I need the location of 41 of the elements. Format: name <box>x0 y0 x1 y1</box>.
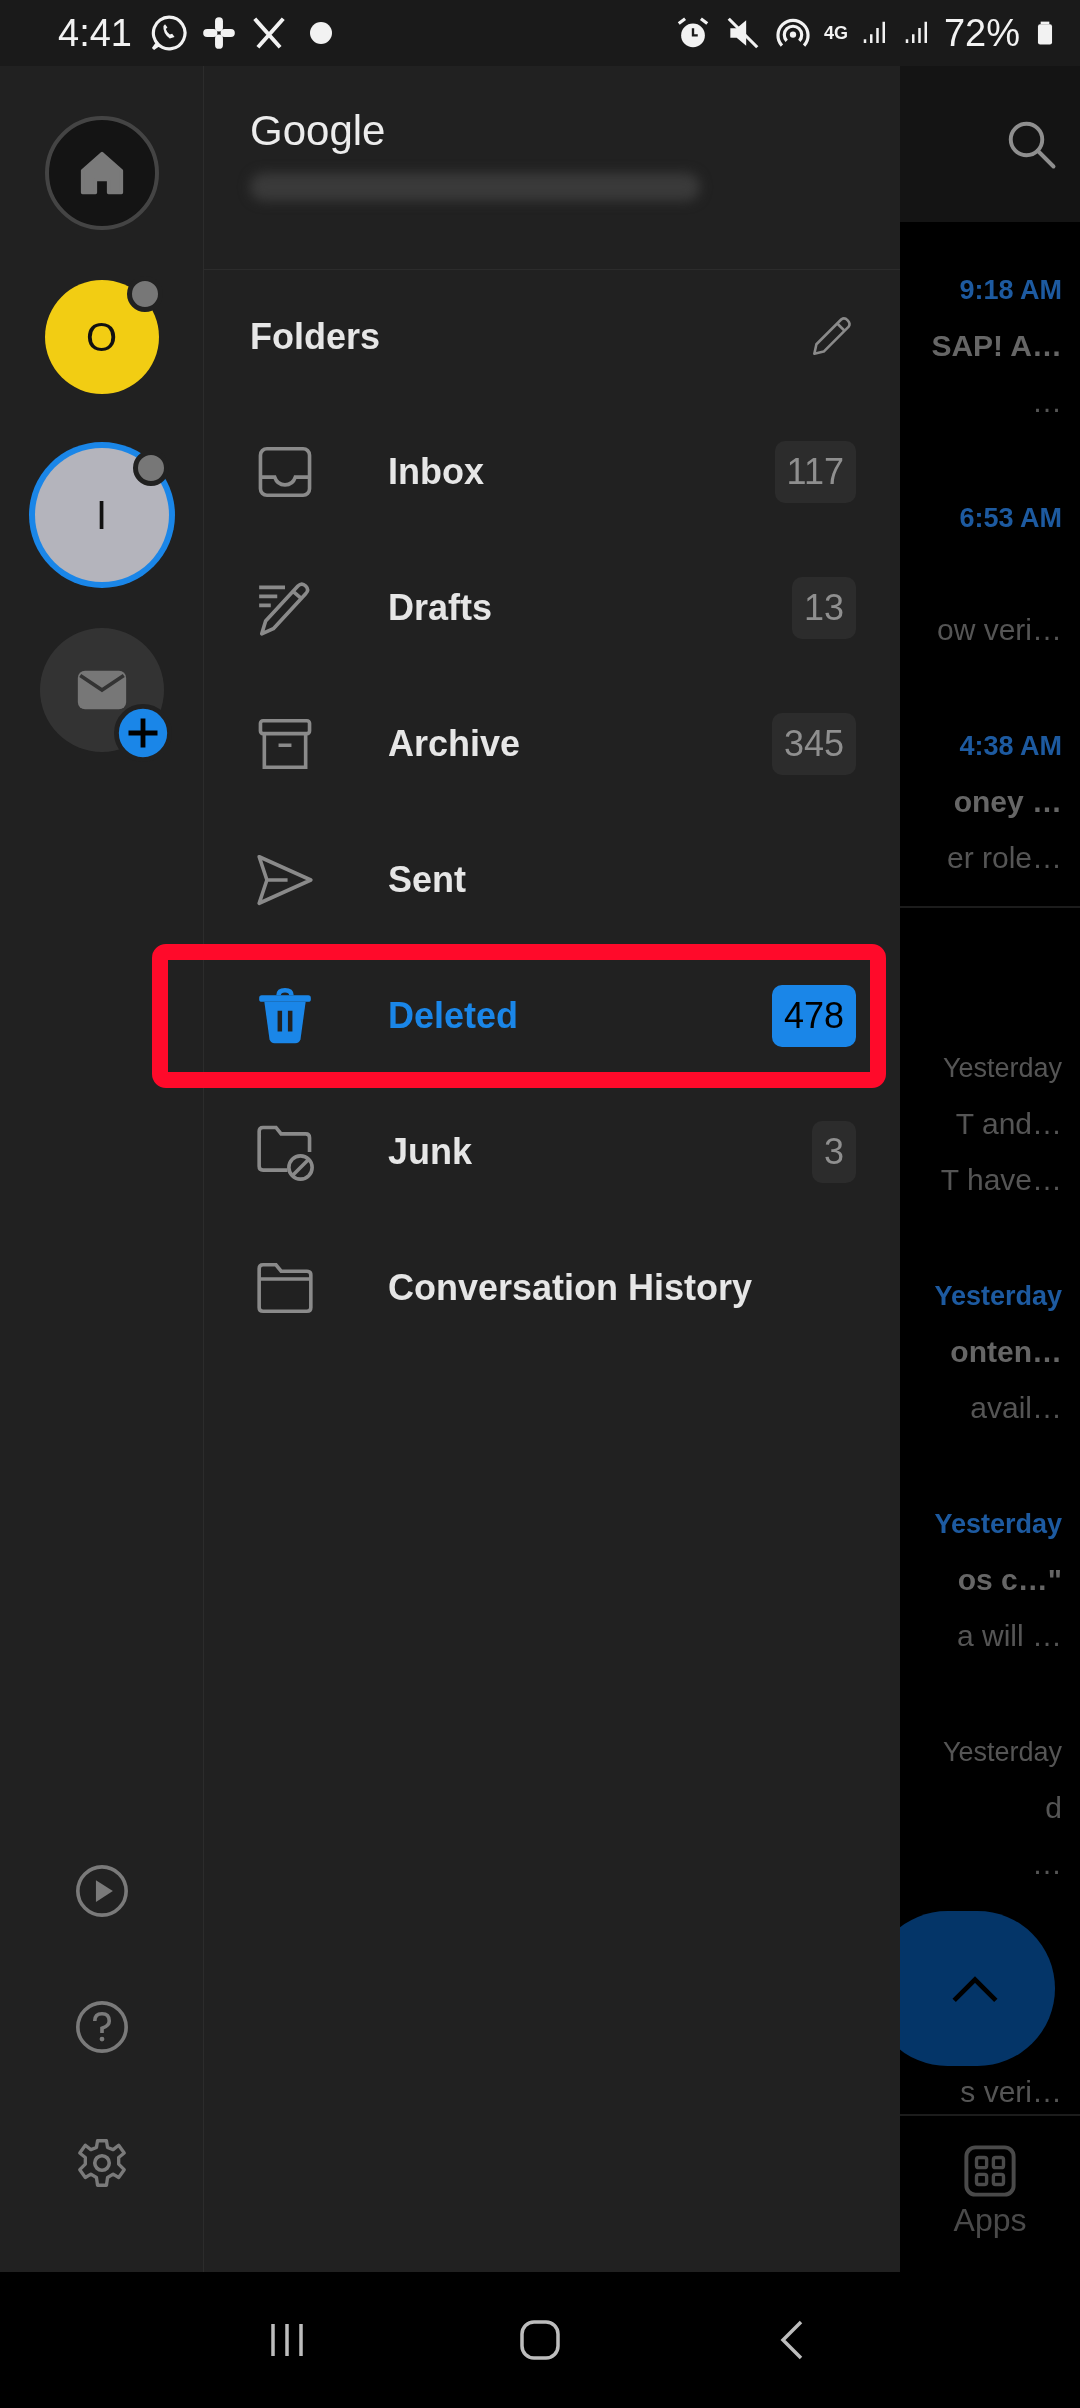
message-preview: ow veri… <box>936 613 1062 647</box>
unread-count: 13 <box>791 577 856 639</box>
message-subject: oney … <box>953 785 1062 819</box>
message-time: 6:53 AM <box>959 502 1062 534</box>
message-preview: a will … <box>957 1619 1062 1653</box>
folder-item[interactable]: Inbox 117 <box>204 404 900 540</box>
message-preview: T have… <box>940 1163 1062 1197</box>
message-time: Yesterday <box>942 1052 1062 1084</box>
battery-level: 72% <box>943 11 1020 55</box>
message-time: Yesterday <box>942 1736 1062 1768</box>
message-preview: … <box>1032 385 1062 419</box>
notification-dot-icon <box>309 22 332 44</box>
section-title: Folders <box>250 316 381 358</box>
message-subject: onten… <box>950 1335 1062 1369</box>
message-time: 4:38 AM <box>959 730 1062 762</box>
message-subject: os c…" <box>957 1563 1062 1597</box>
message-time: 9:18 AM <box>959 274 1062 306</box>
message-time: Yesterday <box>934 1280 1062 1312</box>
message-preview: avail… <box>970 1391 1062 1425</box>
unread-count: 478 <box>771 985 856 1047</box>
message-preview: … <box>1032 1847 1062 1881</box>
folder-item[interactable]: Drafts 13 <box>204 540 900 676</box>
folder-item[interactable]: Junk 3 <box>204 1084 900 1220</box>
folder-item[interactable]: Sent <box>204 812 900 948</box>
chat-app-icon <box>149 14 188 52</box>
message-preview: s veri… <box>960 2075 1062 2109</box>
message-subject: T and… <box>955 1107 1062 1141</box>
unread-count: 3 <box>811 1121 856 1183</box>
message-preview: er role… <box>946 841 1062 875</box>
account-provider: Google <box>250 106 387 155</box>
network-type: 4G <box>823 22 848 44</box>
unread-count: 345 <box>771 713 856 775</box>
folder-item[interactable]: Deleted 478 <box>204 948 900 1084</box>
message-subject: d <box>1045 1791 1062 1825</box>
folder-item[interactable]: Conversation History <box>204 1220 900 1356</box>
clock: 4:41 <box>58 11 132 55</box>
message-subject: SAP! A… <box>931 329 1062 363</box>
message-time: Yesterday <box>934 1508 1062 1540</box>
folder-item[interactable]: Archive 345 <box>204 676 900 812</box>
apps-icon <box>963 2144 1017 2198</box>
unread-count: 117 <box>774 441 856 503</box>
